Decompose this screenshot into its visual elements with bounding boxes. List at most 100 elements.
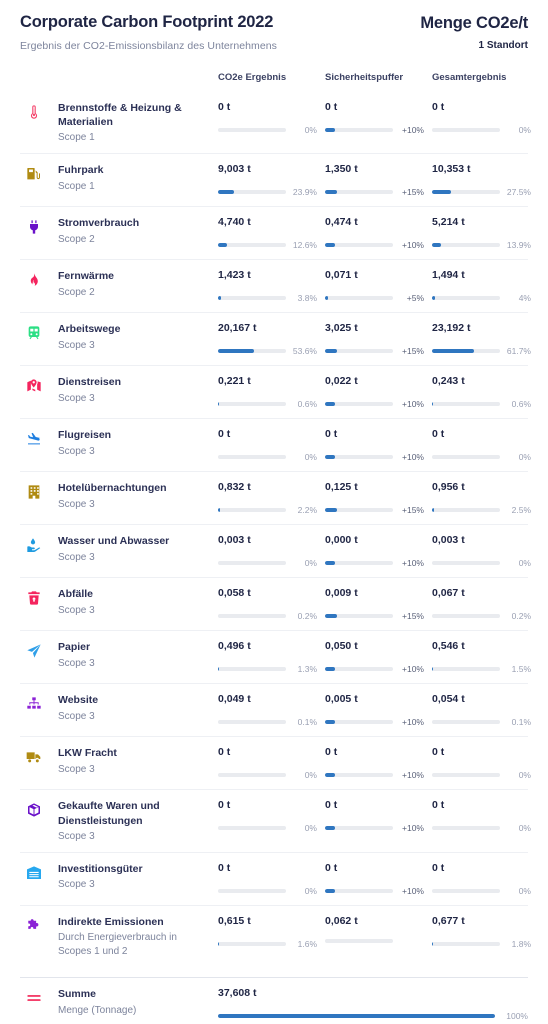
row-label-cell: Investitionsgüter Scope 3 [58, 862, 218, 892]
result-percent: 0.2% [297, 611, 317, 622]
sum-value: 37,608 t [218, 987, 257, 1000]
total-value: 0,956 t [432, 481, 465, 494]
total-value: 10,353 t [432, 163, 471, 176]
result-bar-track [218, 561, 286, 566]
buffer-bar: +10% [325, 823, 424, 833]
summary-row-sum[interactable]: Summe Menge (Tonnage) 37,608 t 100% [20, 977, 528, 1024]
truck-icon [20, 746, 58, 765]
table-row[interactable]: Abfälle Scope 3 0,058 t 0.2% 0,009 t +15% 0,06… [20, 577, 531, 630]
buffer-cell: 0 t +10% [325, 428, 432, 462]
result-bar-track [218, 889, 286, 894]
buffer-value: 0,022 t [325, 375, 358, 388]
total-percent: 4% [518, 293, 531, 304]
buffer-bar: +10% [325, 664, 424, 674]
result-percent: 0% [304, 558, 317, 569]
table-row[interactable]: LKW Fracht Scope 3 0 t 0% 0 t +10% 0 t 0% [20, 736, 531, 789]
buffer-bar-track [325, 773, 393, 778]
row-scope: Scope 2 [58, 286, 95, 298]
warehouse-icon [20, 862, 58, 881]
row-label-cell: Dienstreisen Scope 3 [58, 375, 218, 405]
sum-sublabel: Menge (Tonnage) [58, 1004, 137, 1016]
buffer-value: 0 t [325, 746, 338, 759]
paper-plane-icon [20, 640, 58, 659]
table-row[interactable]: Flugreisen Scope 3 0 t 0% 0 t +10% 0 t 0% [20, 418, 531, 471]
table-row[interactable]: Arbeitswege Scope 3 20,167 t 53.6% 3,025 t +1… [20, 312, 531, 365]
result-cell: 1,423 t 3.8% [218, 269, 325, 303]
buffer-value: 0,009 t [325, 587, 358, 600]
total-bar-track [432, 455, 500, 460]
buffer-bar-track [325, 127, 393, 132]
total-bar: 0% [432, 125, 531, 135]
puzzle-icon [20, 915, 58, 934]
table-row[interactable]: Investitionsgüter Scope 30 t 0% 0 t +10% 0 t0… [20, 852, 531, 905]
total-bar-track [432, 773, 500, 778]
row-label: Arbeitswege [58, 323, 121, 336]
total-bar-track [432, 402, 500, 407]
table-row[interactable]: Stromverbrauch Scope 2 4,740 t 12.6% 0,474 t… [20, 206, 531, 259]
row-label-cell: Stromverbrauch Scope 2 [58, 216, 218, 246]
result-cell: 0,615 t 1.6% [218, 915, 325, 949]
buffer-value: 1,350 t [325, 163, 358, 176]
buffer-bar-track [325, 720, 393, 725]
total-value: 0,677 t [432, 915, 465, 928]
buffer-cell: 0 t +10% [325, 101, 432, 135]
result-value: 0 t [218, 746, 231, 759]
map-pin-icon [20, 375, 58, 394]
result-bar: 0% [218, 125, 317, 135]
total-bar: 0% [432, 558, 531, 568]
table-row[interactable]: Gekaufte Waren und Dienstleistungen Scope… [20, 789, 531, 852]
buffer-bar [325, 939, 424, 944]
table-row[interactable]: Website Scope 3 0,049 t 0.1% 0,005 t +10% 0,05… [20, 683, 531, 736]
result-percent: 0.1% [297, 717, 317, 728]
buffer-percent: +5% [406, 293, 424, 304]
table-row[interactable]: Fernwärme Scope 2 1,423 t 3.8% 0,071 t +5% 1,4… [20, 259, 531, 312]
table-row[interactable]: Wasser und Abwasser Scope 3 0,003 t 0% 0,000… [20, 524, 531, 577]
table-row[interactable]: Indirekte Emissionen Durch Energieverbrau… [20, 905, 531, 967]
result-bar: 0% [218, 886, 317, 896]
result-cell: 0,221 t 0.6% [218, 375, 325, 409]
buffer-value: 0 t [325, 799, 338, 812]
result-bar: 2.2% [218, 505, 317, 515]
total-bar-fill [432, 243, 442, 248]
total-percent: 0% [518, 770, 531, 781]
row-label-cell: Arbeitswege Scope 3 [58, 322, 218, 352]
buffer-bar-fill [325, 614, 338, 619]
total-bar-fill [432, 296, 435, 301]
result-bar-track [218, 614, 286, 619]
result-cell: 9,003 t 23.9% [218, 163, 325, 197]
table-row[interactable]: Dienstreisen Scope 3 0,221 t 0.6% 0,022 t +10… [20, 365, 531, 418]
total-value: 0,054 t [432, 693, 465, 706]
buffer-bar-fill [325, 561, 335, 566]
buffer-bar: +15% [325, 505, 424, 515]
table-row[interactable]: Fuhrpark Scope 1 9,003 t 23.9% 1,350 t +15% 10… [20, 153, 531, 206]
total-bar-track [432, 826, 500, 831]
row-scope: Scope 3 [58, 604, 95, 616]
buffer-cell: 0 t +10% [325, 862, 432, 896]
table-row[interactable]: Papier Scope 3 0,496 t 1.3% 0,050 t +10% 0,546… [20, 630, 531, 683]
row-scope: Scope 1 [58, 131, 95, 143]
table-row[interactable]: Hotelübernachtungen Scope 3 0,832 t 2.2% 0,1… [20, 471, 531, 524]
buffer-bar-fill [325, 826, 335, 831]
result-bar-track [218, 349, 286, 354]
buffer-cell: 0,125 t +15% [325, 481, 432, 515]
buffer-bar: +10% [325, 125, 424, 135]
total-percent: 1.8% [511, 939, 531, 950]
total-cell: 0 t 0% [432, 746, 539, 780]
row-label-cell: Website Scope 3 [58, 693, 218, 723]
sum-label: Summe [58, 988, 96, 1001]
buffer-bar: +10% [325, 717, 424, 727]
total-bar-fill [432, 190, 451, 195]
row-scope: Scope 3 [58, 657, 95, 669]
total-value: 0 t [432, 100, 445, 113]
total-value: 0 t [432, 746, 445, 759]
result-value: 0 t [218, 100, 231, 113]
total-cell: 5,214 t 13.9% [432, 216, 539, 250]
result-percent: 3.8% [297, 293, 317, 304]
result-percent: 1.6% [297, 939, 317, 950]
total-percent: 0.6% [511, 399, 531, 410]
airplane-icon [20, 428, 58, 447]
total-bar-track [432, 190, 500, 195]
table-row[interactable]: Brennstoffe & Heizung & Materialien Scope… [20, 92, 531, 154]
result-bar-fill [218, 243, 227, 248]
result-bar: 0.2% [218, 611, 317, 621]
